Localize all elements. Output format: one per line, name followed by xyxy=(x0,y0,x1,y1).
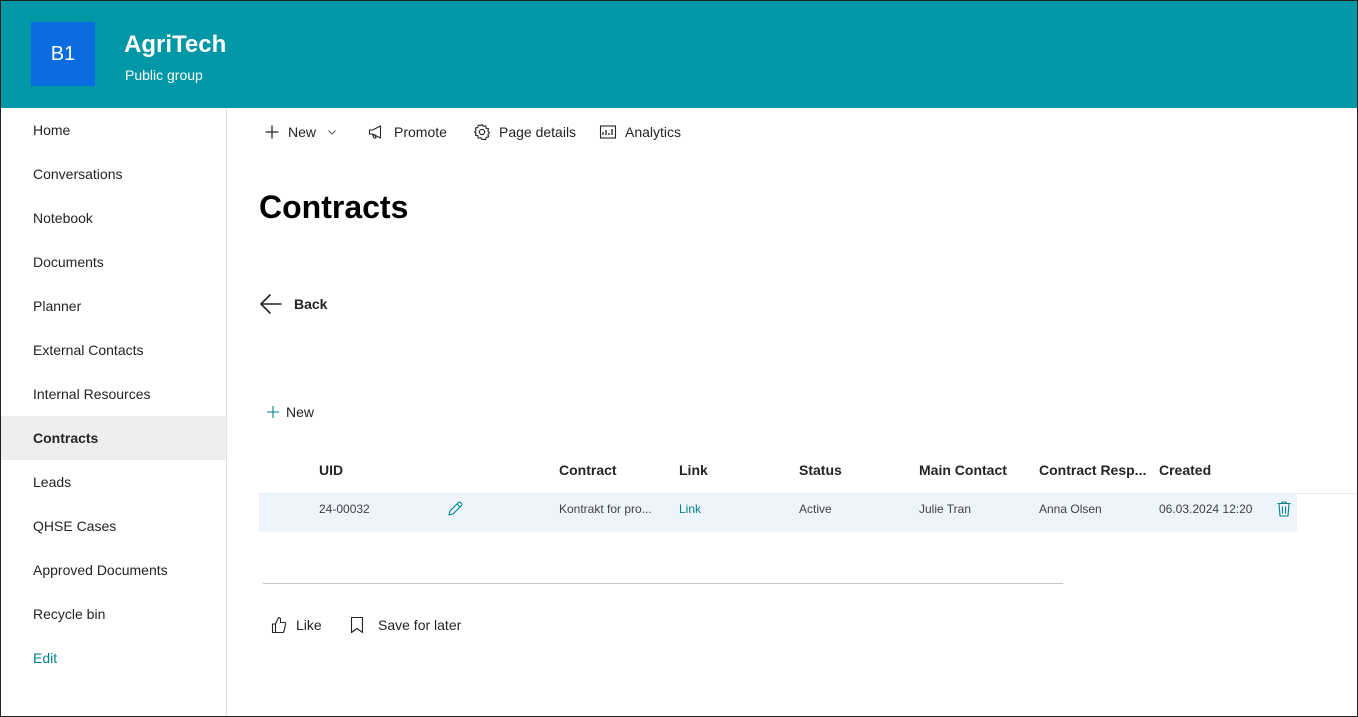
chevron-down-icon xyxy=(328,130,336,135)
left-navigation: Home Conversations Notebook Documents Pl… xyxy=(1,108,227,716)
cell-uid: 24-00032 xyxy=(319,502,370,516)
nav-item-qhse-cases[interactable]: QHSE Cases xyxy=(1,504,226,548)
nav-item-external-contacts[interactable]: External Contacts xyxy=(1,328,226,372)
new-command-button[interactable]: New xyxy=(264,120,338,144)
save-for-later-button[interactable]: Save for later xyxy=(349,616,461,634)
plus-icon xyxy=(265,125,279,139)
like-button[interactable]: Like xyxy=(271,616,322,634)
nav-item-planner[interactable]: Planner xyxy=(1,284,226,328)
gear-icon xyxy=(473,123,491,141)
promote-label: Promote xyxy=(394,124,447,140)
edit-item-button[interactable] xyxy=(446,500,464,523)
cell-link[interactable]: Link xyxy=(679,502,779,516)
nav-item-contracts[interactable]: Contracts xyxy=(1,416,226,460)
page-details-button[interactable]: Page details xyxy=(473,120,576,144)
column-header-link[interactable]: Link xyxy=(679,462,708,478)
column-header-status[interactable]: Status xyxy=(799,462,842,478)
nav-item-approved-documents[interactable]: Approved Documents xyxy=(1,548,226,592)
row-divider xyxy=(1297,493,1357,494)
column-header-contract[interactable]: Contract xyxy=(559,462,617,478)
analytics-label: Analytics xyxy=(625,124,682,140)
site-subtitle: Public group xyxy=(125,67,203,83)
page-title: Contracts xyxy=(259,189,409,225)
cell-created: 06.03.2024 12:20 xyxy=(1159,502,1253,516)
save-for-later-label: Save for later xyxy=(378,617,462,633)
megaphone-icon xyxy=(368,125,382,139)
nav-item-recycle-bin[interactable]: Recycle bin xyxy=(1,592,226,636)
cell-contract: Kontrakt for pro... xyxy=(559,502,652,516)
new-command-label: New xyxy=(288,124,317,140)
nav-item-internal-resources[interactable]: Internal Resources xyxy=(1,372,226,416)
list-new-button[interactable]: New xyxy=(266,404,314,420)
column-header-uid[interactable]: UID xyxy=(319,462,343,478)
site-title[interactable]: AgriTech xyxy=(124,31,226,59)
nav-item-conversations[interactable]: Conversations xyxy=(1,152,226,196)
bookmark-icon xyxy=(350,616,364,634)
nav-edit-link[interactable]: Edit xyxy=(1,636,226,680)
column-header-contract-responsible[interactable]: Contract Resp... xyxy=(1039,462,1146,478)
like-label: Like xyxy=(296,617,322,633)
column-header-main-contact[interactable]: Main Contact xyxy=(919,462,1007,478)
content-divider xyxy=(263,583,1063,584)
back-label: Back xyxy=(294,296,328,312)
nav-item-notebook[interactable]: Notebook xyxy=(1,196,226,240)
thumbs-up-icon xyxy=(271,616,287,634)
cell-main-contact: Julie Tran xyxy=(919,502,972,516)
cell-contract-responsible: Anna Olsen xyxy=(1039,502,1102,516)
site-header: B1 AgriTech Public group xyxy=(0,0,1358,108)
arrow-left-icon xyxy=(260,294,282,314)
trash-icon xyxy=(1277,501,1291,517)
plus-icon xyxy=(267,406,279,418)
analytics-button[interactable]: Analytics xyxy=(599,120,681,144)
nav-item-documents[interactable]: Documents xyxy=(1,240,226,284)
cell-status: Active xyxy=(799,502,832,516)
nav-item-home[interactable]: Home xyxy=(1,108,226,152)
promote-button[interactable]: Promote xyxy=(368,120,447,144)
site-logo[interactable]: B1 xyxy=(31,22,95,86)
nav-item-leads[interactable]: Leads xyxy=(1,460,226,504)
list-new-label: New xyxy=(286,404,315,420)
back-button[interactable]: Back xyxy=(259,293,327,315)
column-header-created[interactable]: Created xyxy=(1159,462,1211,478)
analytics-icon xyxy=(599,125,617,139)
delete-item-button[interactable] xyxy=(1276,500,1292,523)
page-details-label: Page details xyxy=(499,124,577,140)
pencil-icon xyxy=(448,501,463,516)
